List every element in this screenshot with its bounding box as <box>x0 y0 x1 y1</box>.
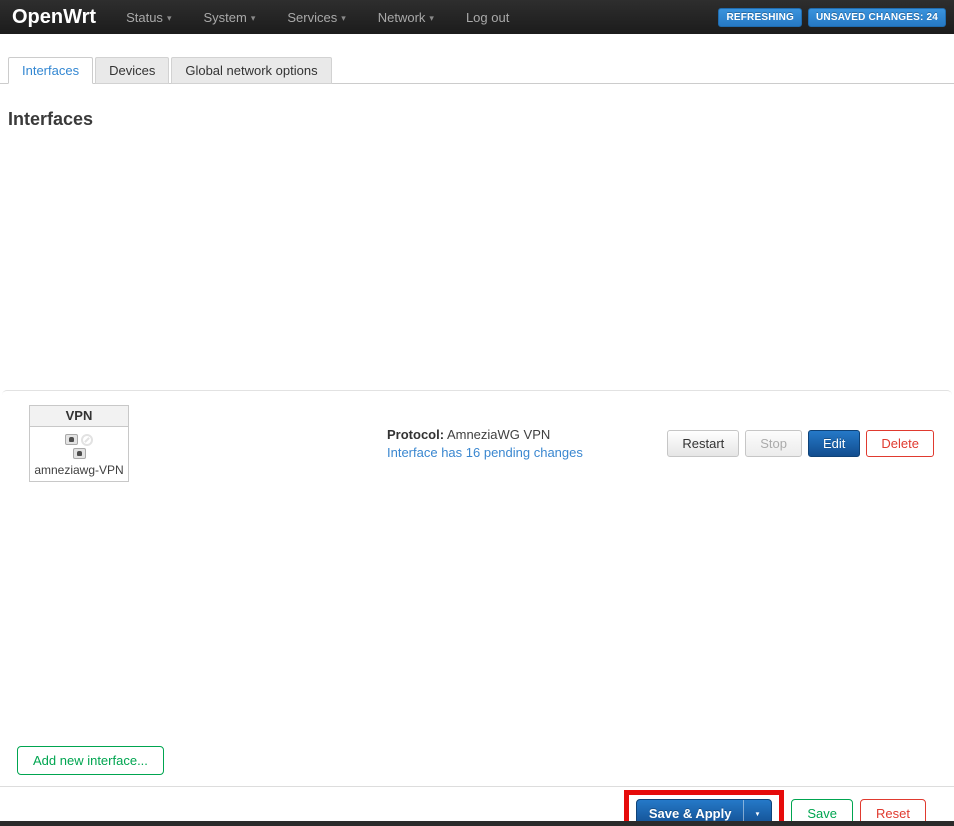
caret-down-icon: ▼ <box>755 810 761 817</box>
tab-global-network-options[interactable]: Global network options <box>171 57 331 84</box>
interface-icons <box>32 432 126 460</box>
protocol-value: AmneziaWG VPN <box>444 427 550 442</box>
tab-devices[interactable]: Devices <box>95 57 169 84</box>
menu-status[interactable]: Status▾ <box>126 10 171 25</box>
device-label: amneziawg-VPN <box>32 463 126 477</box>
menu-network[interactable]: Network▾ <box>378 10 434 25</box>
openwrt-logo[interactable]: OpenWrt <box>12 6 96 29</box>
caret-down-icon: ▾ <box>341 13 346 23</box>
zone-name: VPN <box>30 406 128 427</box>
network-tabbar: Interfaces Devices Global network option… <box>0 57 954 84</box>
interfaces-section: VPN amneziawg-VPN Protocol: AmneziaWG VP… <box>2 390 952 494</box>
tunnel-port-icon <box>73 448 86 459</box>
tab-interfaces[interactable]: Interfaces <box>8 57 93 84</box>
interface-row: VPN amneziawg-VPN Protocol: AmneziaWG VP… <box>2 391 952 494</box>
add-new-interface-button[interactable]: Add new interface... <box>17 746 164 775</box>
menu-services[interactable]: Services▾ <box>287 10 345 25</box>
interface-actions: Restart Stop Edit Delete <box>667 430 934 457</box>
stop-button[interactable]: Stop <box>745 430 802 457</box>
main-menu: Status▾ System▾ Services▾ Network▾ Log o… <box>126 10 509 25</box>
protocol-label: Protocol: <box>387 427 444 442</box>
caret-down-icon: ▾ <box>167 13 172 23</box>
refreshing-badge: REFRESHING <box>718 8 802 27</box>
top-navbar: OpenWrt Status▾ System▾ Services▾ Networ… <box>0 0 954 34</box>
restart-button[interactable]: Restart <box>667 430 739 457</box>
bottom-footer-strip <box>0 821 954 826</box>
unsaved-changes-badge[interactable]: UNSAVED CHANGES: 24 <box>808 8 946 27</box>
menu-system[interactable]: System▾ <box>203 10 255 25</box>
page-title: Interfaces <box>8 109 954 130</box>
caret-down-icon: ▾ <box>429 13 434 23</box>
interface-zone-card: VPN amneziawg-VPN <box>29 405 129 482</box>
menu-logout[interactable]: Log out <box>466 10 509 25</box>
signal-disabled-icon <box>81 434 93 446</box>
tunnel-port-icon <box>65 434 78 445</box>
delete-button[interactable]: Delete <box>866 430 934 457</box>
edit-button[interactable]: Edit <box>808 430 860 457</box>
caret-down-icon: ▾ <box>251 13 256 23</box>
pending-changes-link[interactable]: Interface has 16 pending changes <box>387 444 583 462</box>
interface-status: Protocol: AmneziaWG VPN Interface has 16… <box>387 426 583 462</box>
navbar-status-badges: REFRESHING UNSAVED CHANGES: 24 <box>718 8 946 27</box>
